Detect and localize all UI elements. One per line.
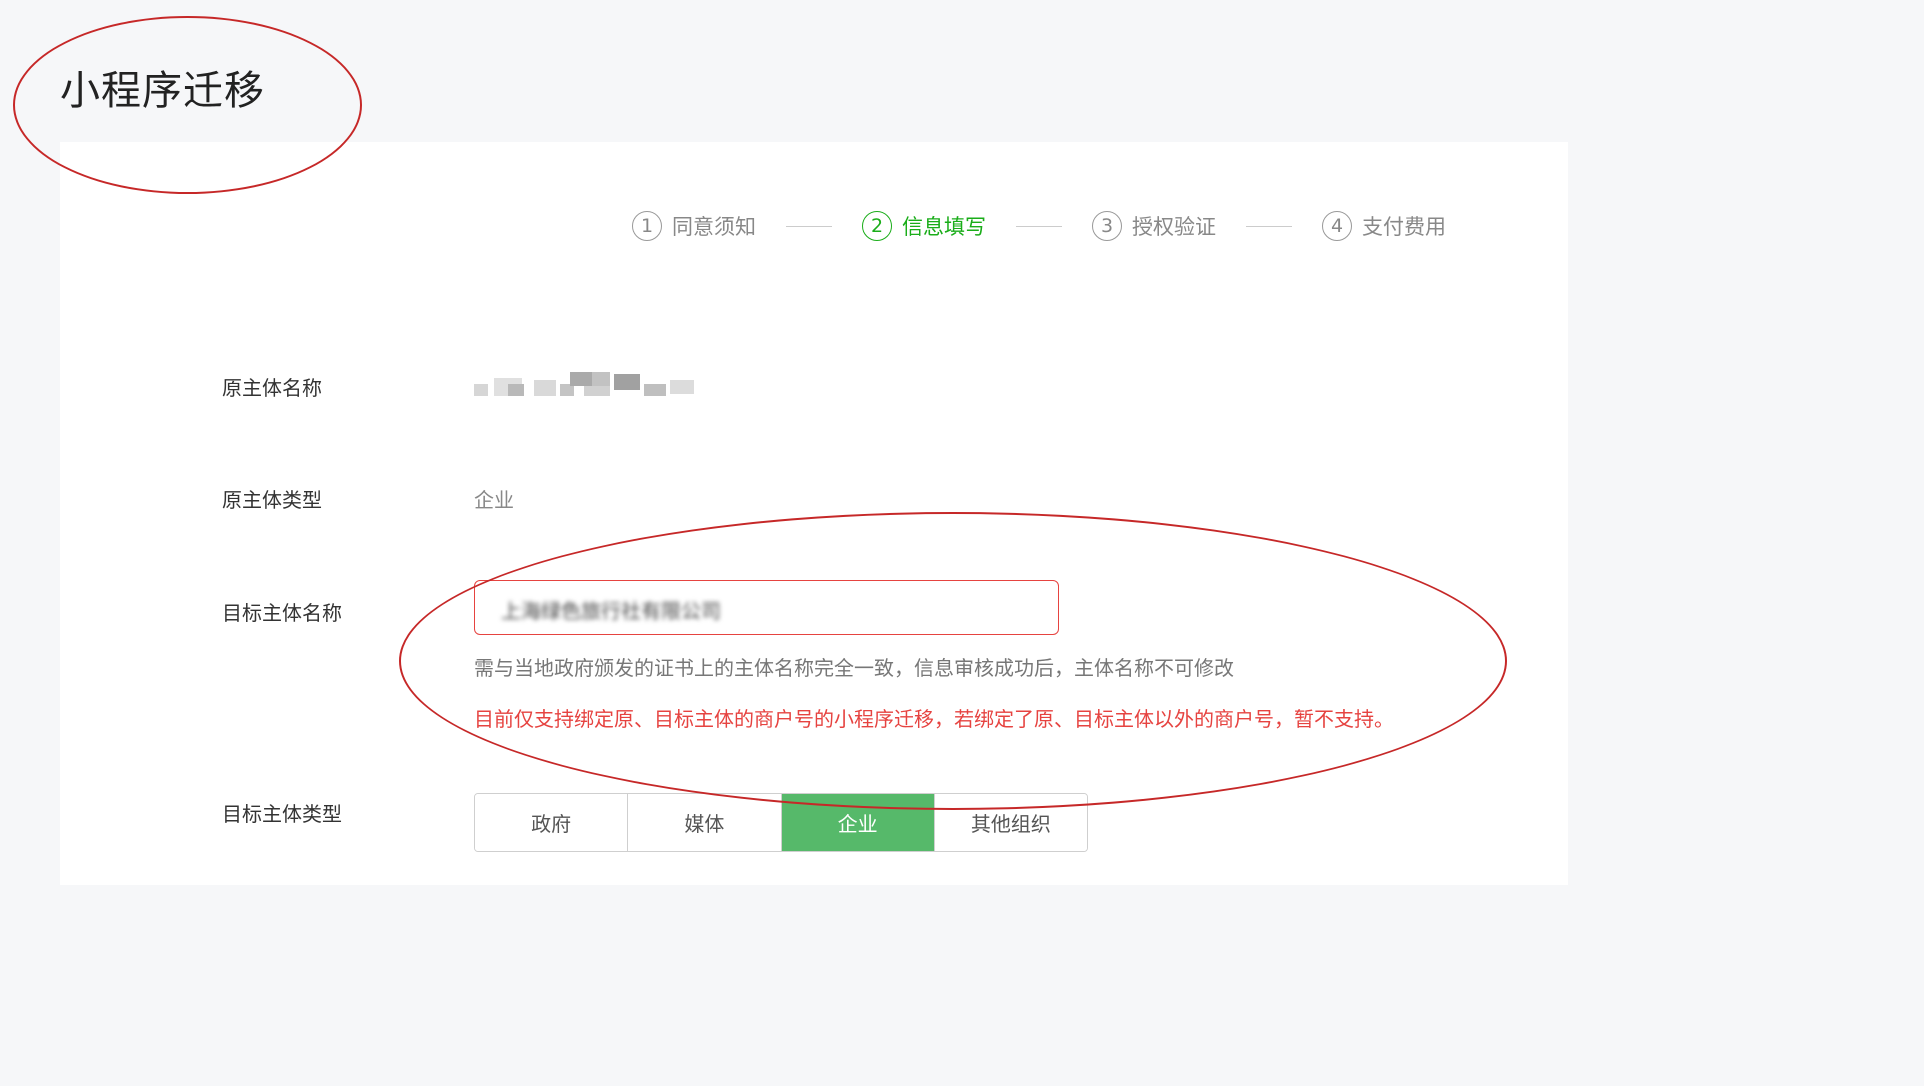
step-4-label: 支付费用 xyxy=(1362,215,1446,239)
step-2: 2 信息填写 xyxy=(862,211,986,241)
step-2-label: 信息填写 xyxy=(902,215,986,239)
step-1: 1 同意须知 xyxy=(632,211,756,241)
step-3-number-icon: 3 xyxy=(1092,211,1122,241)
target-type-option-media[interactable]: 媒体 xyxy=(628,794,782,851)
original-type-label: 原主体类型 xyxy=(222,488,322,512)
target-type-option-government[interactable]: 政府 xyxy=(475,794,629,851)
page-title: 小程序迁移 xyxy=(60,68,265,114)
target-type-option-enterprise[interactable]: 企业 xyxy=(781,794,935,851)
target-name-label: 目标主体名称 xyxy=(222,601,342,625)
target-type-segmented-control: 政府 媒体 企业 其他组织 xyxy=(474,793,1088,852)
target-name-input[interactable]: 上海绿色旅行社有限公司 xyxy=(474,580,1059,635)
target-name-hint: 需与当地政府颁发的证书上的主体名称完全一致，信息审核成功后，主体名称不可修改 xyxy=(474,656,1234,680)
step-4-number-icon: 4 xyxy=(1322,211,1352,241)
target-name-input-value: 上海绿色旅行社有限公司 xyxy=(501,599,721,623)
target-type-label: 目标主体类型 xyxy=(222,802,342,826)
step-divider xyxy=(786,225,832,227)
step-1-label: 同意须知 xyxy=(672,215,756,239)
original-type-value: 企业 xyxy=(474,488,514,512)
target-name-warning: 目前仅支持绑定原、目标主体的商户号的小程序迁移，若绑定了原、目标主体以外的商户号… xyxy=(474,707,1394,731)
step-3-label: 授权验证 xyxy=(1132,215,1216,239)
target-type-option-other[interactable]: 其他组织 xyxy=(934,794,1087,851)
step-divider xyxy=(1016,225,1062,227)
original-name-label: 原主体名称 xyxy=(222,376,322,400)
step-1-number-icon: 1 xyxy=(632,211,662,241)
step-divider xyxy=(1246,225,1292,227)
content-panel xyxy=(60,142,1568,885)
step-4: 4 支付费用 xyxy=(1322,211,1446,241)
step-2-number-icon: 2 xyxy=(862,211,892,241)
step-3: 3 授权验证 xyxy=(1092,211,1216,241)
original-name-value-redacted xyxy=(474,372,706,400)
progress-steps: 1 同意须知 2 信息填写 3 授权验证 4 支付费用 xyxy=(632,208,1446,244)
